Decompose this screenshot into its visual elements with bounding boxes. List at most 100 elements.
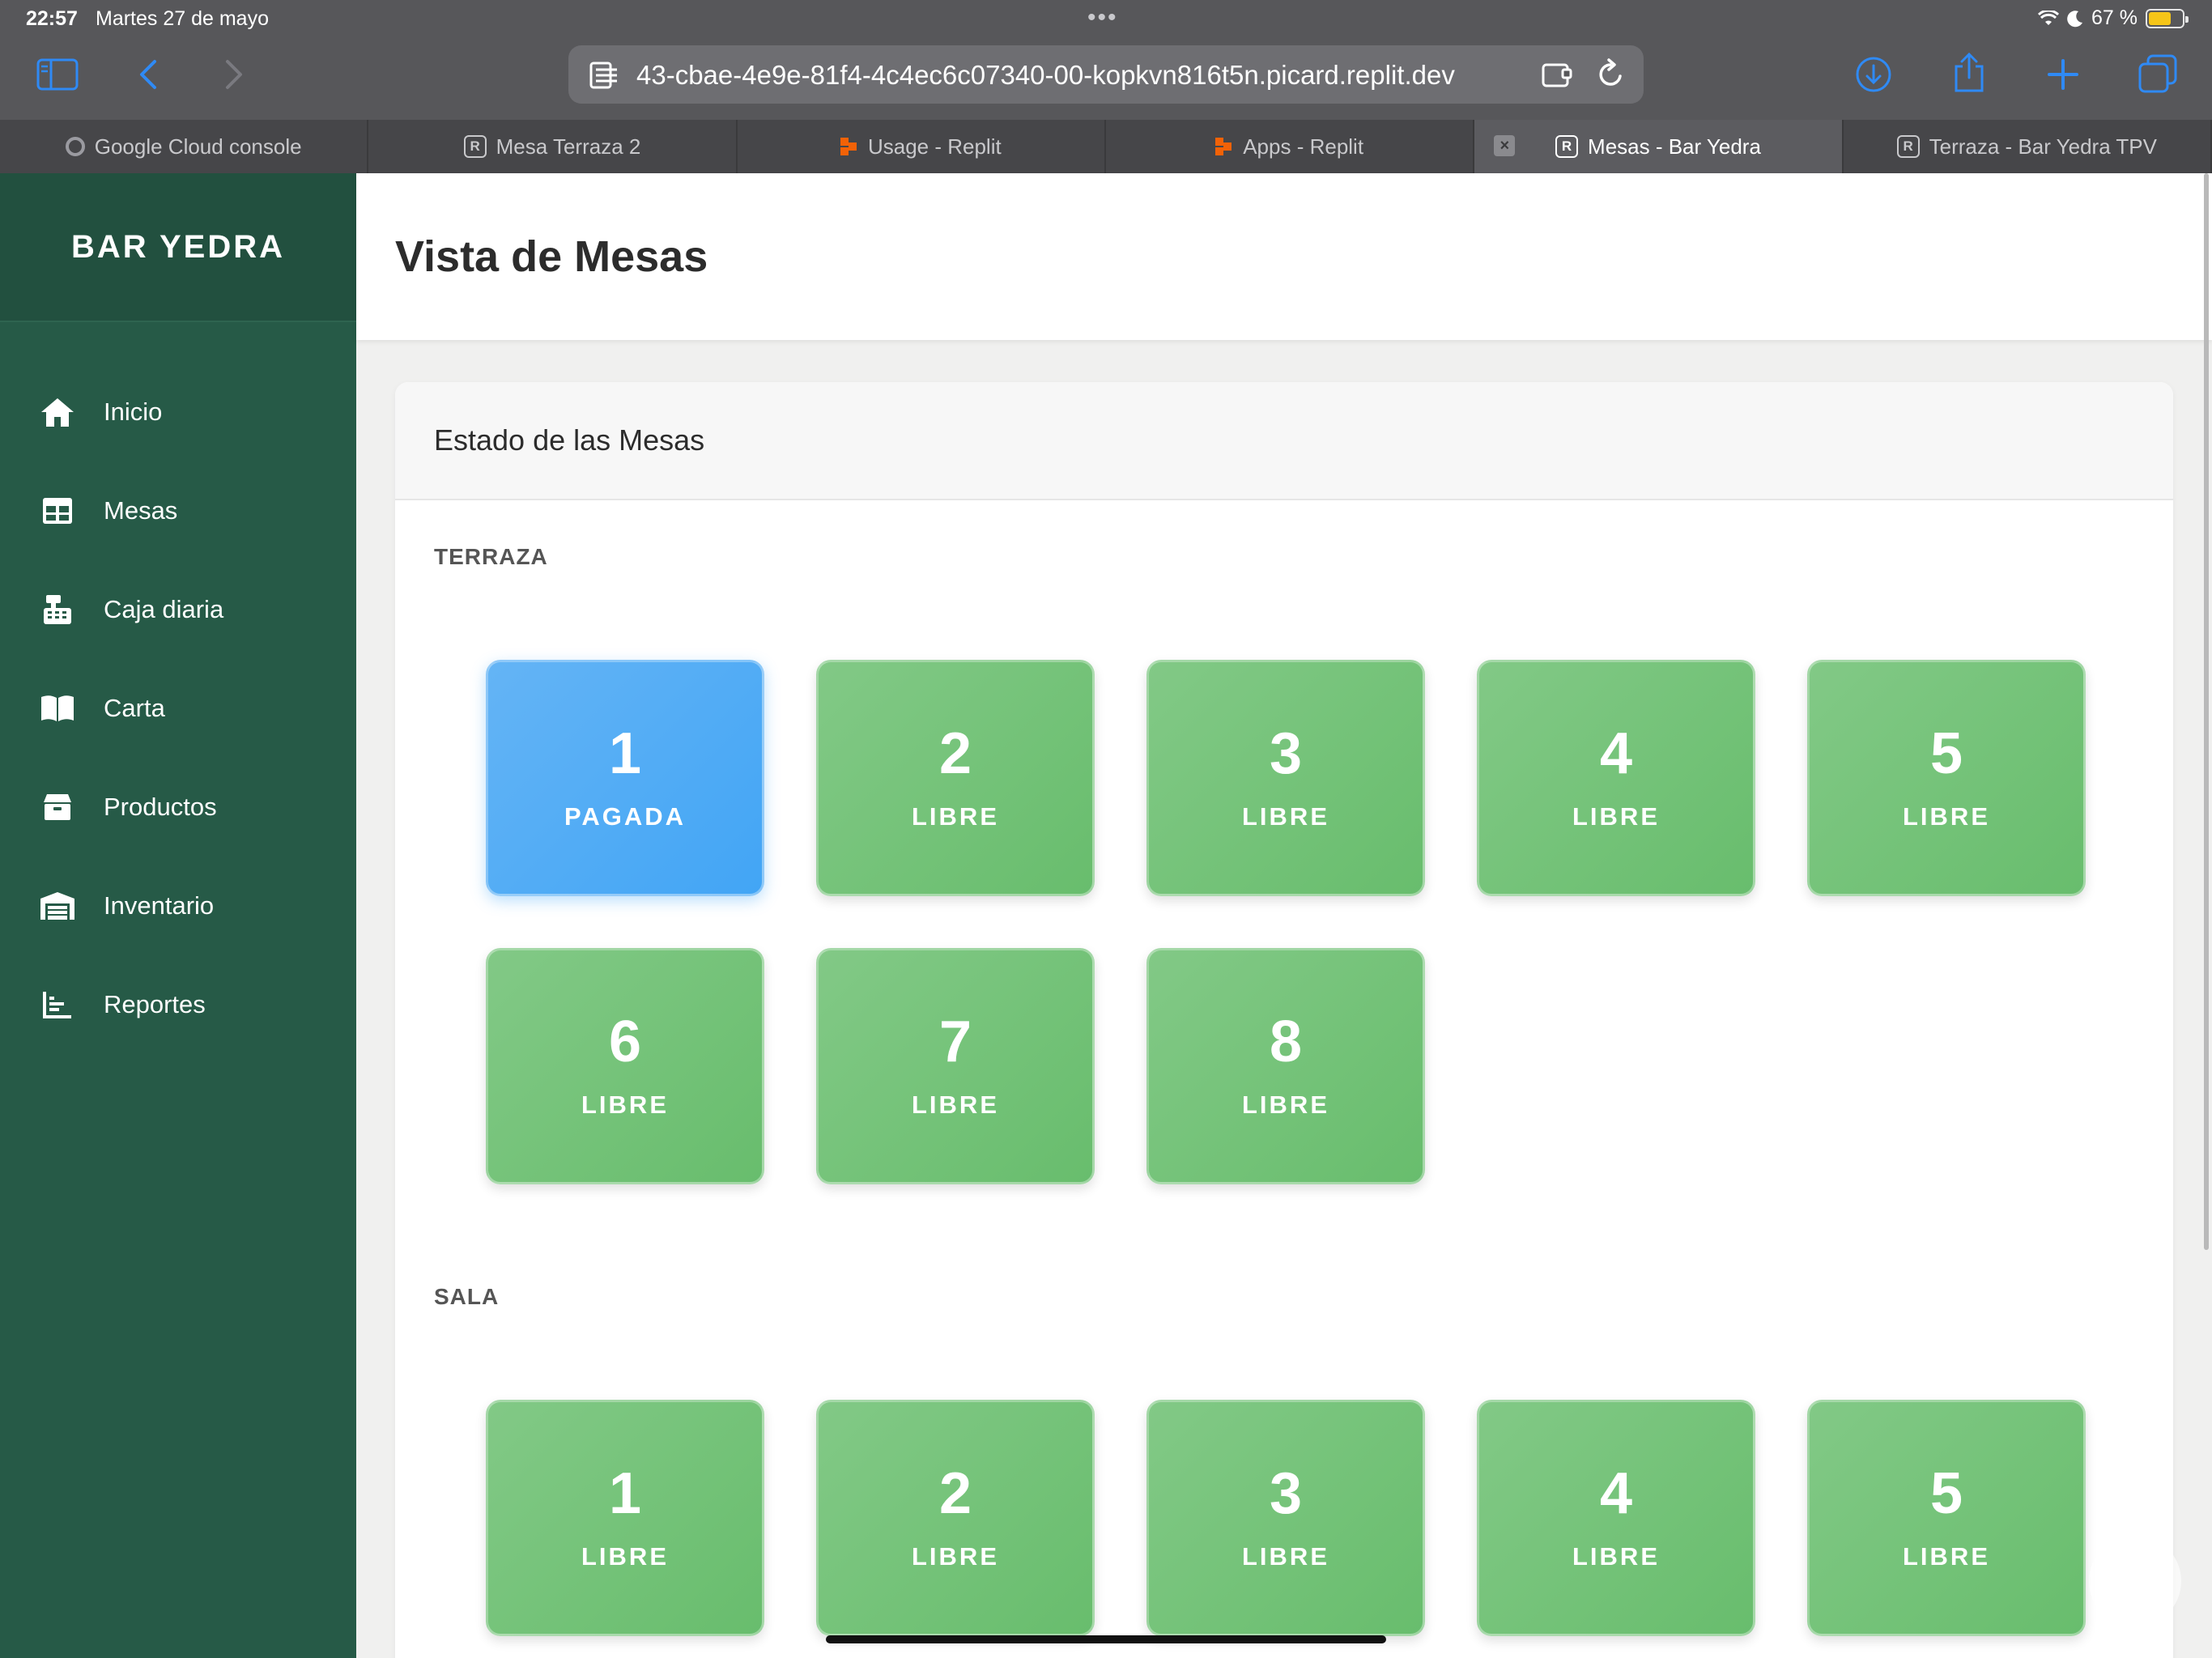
table-status: LIBRE xyxy=(1242,802,1329,831)
tab-terraza-bar-yedra-tpv[interactable]: R Terraza - Bar Yedra TPV xyxy=(1844,120,2212,173)
zone-label-terraza: TERRAZA xyxy=(434,544,548,569)
address-bar[interactable]: 43-cbae-4e9e-81f4-4c4ec6c07340-00-kopkvn… xyxy=(568,45,1644,104)
terraza-table-2[interactable]: 2 LIBRE xyxy=(816,660,1095,896)
sidebar-item-reportes[interactable]: Reportes xyxy=(0,955,356,1054)
table-status: LIBRE xyxy=(581,1090,669,1119)
terraza-table-5[interactable]: 5 LIBRE xyxy=(1807,660,2086,896)
new-tab-icon[interactable] xyxy=(2044,55,2082,94)
forward-icon[interactable] xyxy=(220,57,248,92)
terraza-table-4[interactable]: 4 LIBRE xyxy=(1477,660,1755,896)
sidebar-item-carta[interactable]: Carta xyxy=(0,659,356,758)
table-number: 2 xyxy=(938,1461,972,1526)
downloads-icon[interactable] xyxy=(1854,55,1893,94)
battery-icon xyxy=(2146,8,2189,28)
url-text[interactable]: 43-cbae-4e9e-81f4-4c4ec6c07340-00-kopkvn… xyxy=(636,60,1535,91)
wifi-icon xyxy=(2038,10,2060,25)
tab-label: Mesa Terraza 2 xyxy=(496,134,641,159)
table-icon xyxy=(39,492,76,529)
tab-google-cloud[interactable]: Google Cloud console xyxy=(0,120,369,173)
sala-table-3[interactable]: 3 LIBRE xyxy=(1146,1400,1425,1636)
table-number: 4 xyxy=(1599,721,1633,786)
table-status: LIBRE xyxy=(581,1542,669,1571)
brand-logo[interactable]: BAR YEDRA xyxy=(0,173,356,322)
chart-icon xyxy=(39,986,76,1023)
terraza-table-7[interactable]: 7 LIBRE xyxy=(816,948,1095,1184)
book-open-icon xyxy=(39,690,76,727)
multitasking-dots-icon[interactable]: ••• xyxy=(1087,4,1118,32)
table-status: LIBRE xyxy=(912,1542,999,1571)
table-status: LIBRE xyxy=(1903,802,1990,831)
sidebar-item-label: Mesas xyxy=(104,496,178,525)
close-tab-icon[interactable]: × xyxy=(1494,135,1516,156)
battery-percent: 67 % xyxy=(2091,6,2138,29)
share-icon[interactable] xyxy=(1950,52,1989,94)
replit-r-icon: R xyxy=(1555,135,1579,158)
status-bar: 22:57 Martes 27 de mayo ••• 67 % xyxy=(0,0,2212,39)
sidebar-item-productos[interactable]: Productos xyxy=(0,758,356,857)
table-status: LIBRE xyxy=(1242,1090,1329,1119)
tab-mesa-terraza-2[interactable]: R Mesa Terraza 2 xyxy=(368,120,738,173)
sala-table-1[interactable]: 1 LIBRE xyxy=(486,1400,764,1636)
eye-icon[interactable] xyxy=(2089,1535,2181,1627)
tab-usage-replit[interactable]: Usage - Replit xyxy=(738,120,1106,173)
gear-icon xyxy=(65,137,85,156)
sidebar-item-inventario[interactable]: Inventario xyxy=(0,857,356,955)
tab-bar: Google Cloud console R Mesa Terraza 2 Us… xyxy=(0,120,2212,173)
terraza-table-3[interactable]: 3 LIBRE xyxy=(1146,660,1425,896)
table-number: 6 xyxy=(608,1010,642,1074)
table-status: LIBRE xyxy=(1242,1542,1329,1571)
table-status: LIBRE xyxy=(1572,802,1660,831)
tab-label: Google Cloud console xyxy=(94,134,302,159)
table-number: 5 xyxy=(1929,1461,1963,1526)
sidebar-item-caja-diaria[interactable]: Caja diaria xyxy=(0,560,356,659)
table-status: LIBRE xyxy=(912,802,999,831)
terraza-table-6[interactable]: 6 LIBRE xyxy=(486,948,764,1184)
card-title: Estado de las Mesas xyxy=(395,382,2173,500)
tab-overview-icon[interactable] xyxy=(2138,53,2178,94)
table-status: PAGADA xyxy=(564,802,687,831)
table-number: 8 xyxy=(1269,1010,1303,1074)
extension-icon[interactable] xyxy=(1542,60,1574,89)
home-indicator[interactable] xyxy=(826,1635,1386,1643)
terraza-table-1[interactable]: 1 PAGADA xyxy=(486,660,764,896)
tab-label: Usage - Replit xyxy=(867,134,1002,159)
status-indicators: 67 % xyxy=(2038,6,2189,30)
table-number: 3 xyxy=(1269,721,1303,786)
replit-r-icon: R xyxy=(1896,135,1920,158)
table-number: 3 xyxy=(1269,1461,1303,1526)
sidebar: BAR YEDRA Inicio Mesas Caja diaria Carta xyxy=(0,173,356,1658)
box-icon xyxy=(39,789,76,826)
sidebar-item-mesas[interactable]: Mesas xyxy=(0,461,356,560)
sidebar-item-label: Caja diaria xyxy=(104,595,224,623)
cash-register-icon xyxy=(39,591,76,628)
table-status: LIBRE xyxy=(1572,1542,1660,1571)
sidebar-nav: Inicio Mesas Caja diaria Carta Productos xyxy=(0,363,356,1054)
page-scrollbar[interactable] xyxy=(2204,173,2209,1250)
home-icon xyxy=(39,393,76,431)
sala-table-2[interactable]: 2 LIBRE xyxy=(816,1400,1095,1636)
tab-mesas-bar-yedra[interactable]: × R Mesas - Bar Yedra xyxy=(1474,120,1844,173)
browser-toolbar: 43-cbae-4e9e-81f4-4c4ec6c07340-00-kopkvn… xyxy=(0,39,2212,120)
tables-card: Estado de las Mesas TERRAZA 1 PAGADA 2 L… xyxy=(395,382,2173,1658)
sala-table-4[interactable]: 4 LIBRE xyxy=(1477,1400,1755,1636)
sidebar-item-label: Reportes xyxy=(104,990,206,1018)
sidebar-item-label: Inventario xyxy=(104,891,215,920)
reload-icon[interactable] xyxy=(1595,58,1626,91)
sidebar-toggle-icon[interactable] xyxy=(36,57,79,92)
sidebar-item-inicio[interactable]: Inicio xyxy=(0,363,356,461)
status-date: Martes 27 de mayo xyxy=(96,7,269,30)
back-icon[interactable] xyxy=(134,57,162,92)
page-menu-icon[interactable] xyxy=(589,62,619,89)
tab-label: Terraza - Bar Yedra TPV xyxy=(1929,134,2157,159)
replit-logo-icon xyxy=(840,138,858,155)
sala-table-5[interactable]: 5 LIBRE xyxy=(1807,1400,2086,1636)
table-number: 4 xyxy=(1599,1461,1633,1526)
battery-fill xyxy=(2149,11,2171,25)
tab-apps-replit[interactable]: Apps - Replit xyxy=(1106,120,1475,173)
terraza-grid: 1 PAGADA 2 LIBRE 3 LIBRE 4 LIBRE 5 LIBRE… xyxy=(486,660,2086,1184)
table-number: 1 xyxy=(608,721,642,786)
table-number: 5 xyxy=(1929,721,1963,786)
terraza-table-8[interactable]: 8 LIBRE xyxy=(1146,948,1425,1184)
page-title: Vista de Mesas xyxy=(395,232,708,281)
warehouse-icon xyxy=(39,887,76,925)
